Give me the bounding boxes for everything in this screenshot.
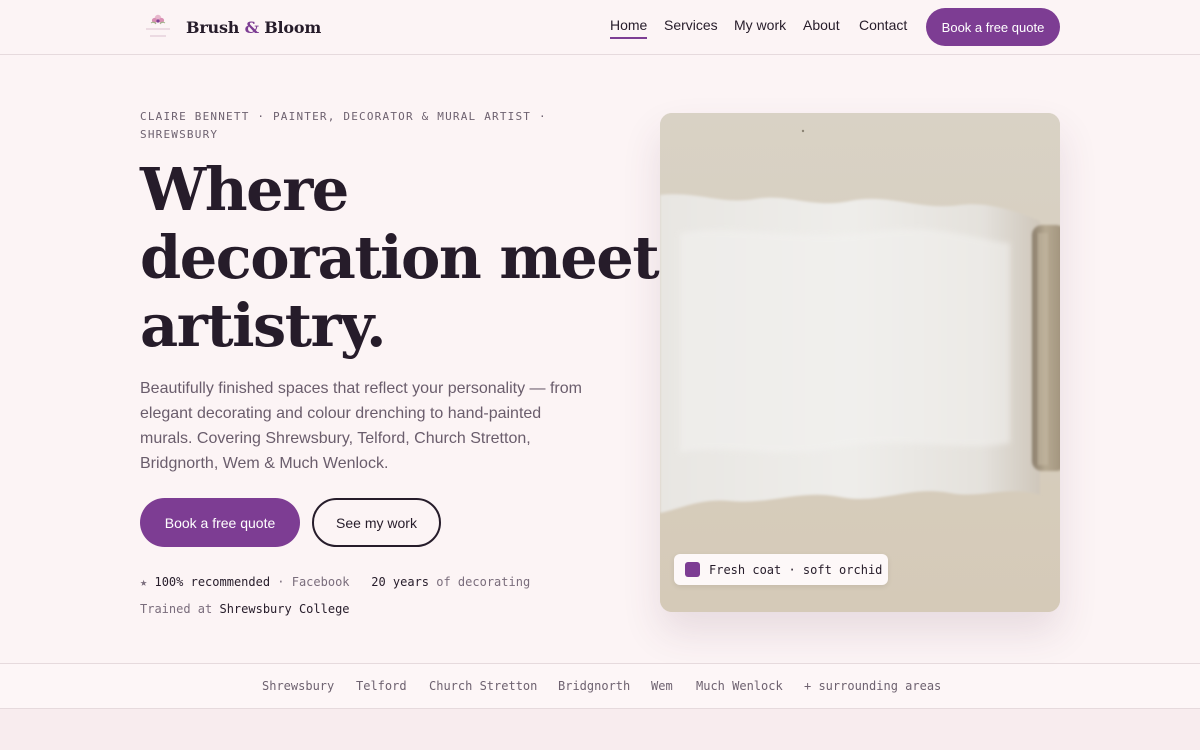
years-suffix: of decorating bbox=[429, 575, 531, 589]
brand-name: Brush & Bloom bbox=[186, 17, 322, 37]
site-header: Brush & Bloom Home Services My work Abou… bbox=[0, 0, 1200, 55]
trust-line-2: Trained at Shrewsbury College bbox=[140, 602, 350, 616]
nav-item-services[interactable]: Services bbox=[664, 17, 718, 33]
hero-description: Beautifully finished spaces that reflect… bbox=[140, 380, 582, 472]
headline-line-2: decoration meets bbox=[140, 223, 691, 292]
star-icon: ★ bbox=[140, 575, 148, 589]
headline-line-1: Where bbox=[140, 155, 349, 224]
hero-eyebrow: CLAIRE BENNETT · PAINTER, DECORATOR & MU… bbox=[140, 110, 547, 141]
area-item: + surrounding areas bbox=[804, 679, 942, 693]
colour-caption-chip: Fresh coat · soft orchid bbox=[674, 554, 888, 585]
area-item: Church Stretton bbox=[429, 679, 538, 693]
nav-item-contact[interactable]: Contact bbox=[859, 17, 907, 33]
header-quote-button[interactable]: Book a free quote bbox=[926, 8, 1060, 46]
trained-place: Shrewsbury College bbox=[219, 602, 350, 616]
book-quote-button[interactable]: Book a free quote bbox=[140, 498, 300, 547]
area-item: Bridgnorth bbox=[558, 679, 631, 693]
nav-item-home[interactable]: Home bbox=[610, 17, 648, 39]
see-work-button[interactable]: See my work bbox=[312, 498, 441, 547]
hero-headline: Where decoration meets artistry. bbox=[140, 155, 691, 360]
trained-prefix: Trained at bbox=[140, 602, 220, 616]
area-item: Shrewsbury bbox=[262, 679, 335, 693]
brand-logo[interactable]: Brush & Bloom bbox=[140, 12, 321, 42]
recommended-text: 100% recommended bbox=[154, 575, 271, 589]
colour-caption-text: Fresh coat · soft orchid bbox=[709, 562, 883, 577]
area-item: Much Wenlock bbox=[696, 679, 783, 693]
nav-item-my-work[interactable]: My work bbox=[734, 17, 786, 33]
trust-line-1: ★ 100% recommended · Facebook 20 years o… bbox=[140, 575, 530, 589]
area-item: Wem bbox=[651, 679, 673, 693]
swatch-color-icon bbox=[685, 562, 700, 577]
headline-line-3: artistry. bbox=[140, 291, 387, 360]
next-section-band bbox=[0, 709, 1200, 750]
area-item: Telford bbox=[356, 679, 407, 693]
nav-item-about[interactable]: About bbox=[803, 17, 840, 33]
years-text: 20 years bbox=[371, 575, 430, 589]
service-areas-strip: Shrewsbury Telford Church Stretton Bridg… bbox=[0, 663, 1200, 709]
flower-logo-icon bbox=[140, 12, 176, 42]
facebook-source: · Facebook bbox=[270, 575, 350, 589]
paint-roller-photo bbox=[660, 113, 1060, 612]
